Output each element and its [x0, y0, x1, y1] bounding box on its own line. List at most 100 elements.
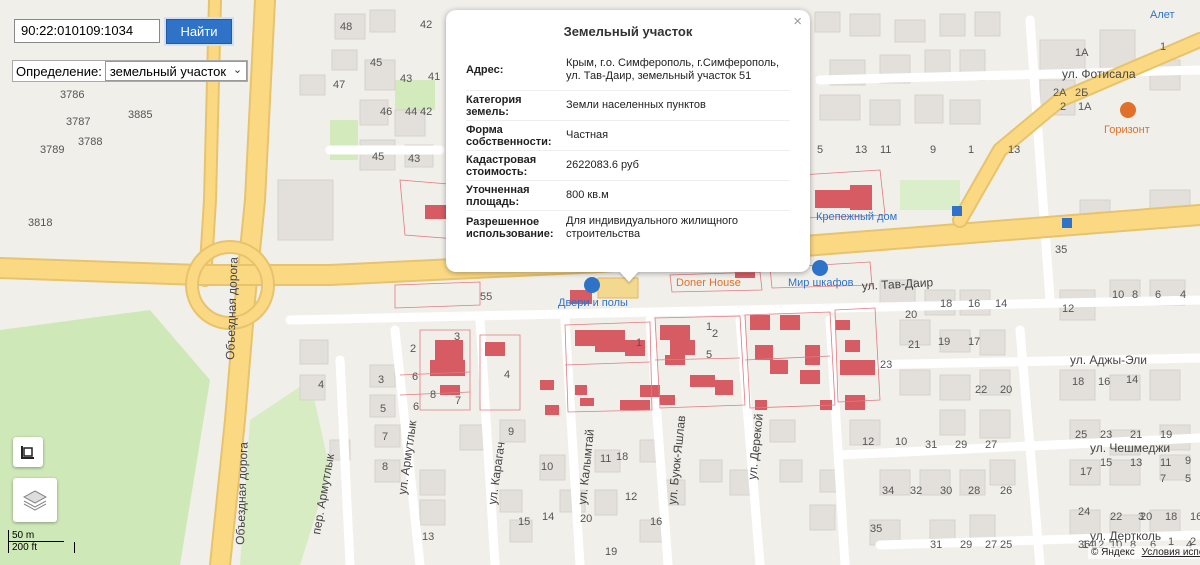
poi-gorizont: Горизонт	[1104, 124, 1150, 136]
find-button[interactable]: Найти	[166, 19, 232, 44]
house-number: 32	[910, 485, 922, 497]
popup-row-key: Кадастровая стоимость:	[466, 153, 537, 178]
house-number: 3786	[60, 89, 84, 101]
scale-bar: 50 m 200 ft	[8, 530, 75, 553]
house-number: 18	[940, 298, 952, 310]
house-number: 10	[1112, 289, 1124, 301]
house-number: 6	[413, 401, 419, 413]
house-number: 11	[1160, 457, 1171, 469]
house-number: 41	[428, 71, 440, 83]
house-number: 22	[975, 384, 987, 396]
popup-row-value: 800 кв.м	[566, 189, 609, 201]
house-number: 4	[318, 379, 324, 391]
terms-link[interactable]: Условия испо	[1142, 547, 1200, 558]
house-number: 29	[960, 539, 972, 551]
house-number: 7	[1160, 473, 1166, 485]
definition-selected: земельный участок	[109, 63, 227, 79]
house-number: 17	[968, 336, 980, 348]
house-number: 3788	[78, 136, 102, 148]
house-number: 16	[650, 516, 662, 528]
definition-dropdown[interactable]: земельный участок ⌄	[104, 61, 248, 81]
popup-row: Разрешенное использование: Для индивидуал…	[466, 211, 790, 245]
poi-gorizont-icon	[1120, 102, 1136, 118]
house-number: 8	[1132, 289, 1138, 301]
house-number: 30	[940, 485, 952, 497]
house-number: 12	[1062, 303, 1074, 315]
popup-row-key: Разрешенное использование:	[466, 216, 554, 240]
house-number: 27	[985, 439, 997, 451]
house-number: 10	[895, 436, 907, 448]
house-number: 3787	[66, 116, 90, 128]
popup-row-value: Для индивидуального жилищного строительс…	[566, 215, 739, 240]
house-number: 1А	[1075, 47, 1089, 59]
popup-row-value: Земли населенных пунктов	[566, 99, 706, 111]
house-number: 2Б	[1075, 87, 1088, 99]
popup-row-value: Крым, г.о. Симферополь, г.Симферополь, у…	[566, 56, 780, 82]
house-number: 20	[580, 513, 592, 525]
house-number: 21	[908, 339, 920, 351]
popup-pointer	[619, 271, 639, 282]
house-number: 55	[480, 291, 492, 303]
house-number: 6	[412, 371, 418, 383]
house-number: 13	[1008, 144, 1020, 156]
house-number: 23	[1100, 429, 1112, 441]
poi-dveri: Двери и полы	[558, 297, 628, 309]
house-number: 14	[995, 298, 1007, 310]
house-number: 9	[1185, 455, 1191, 467]
house-number: 6	[1155, 289, 1161, 301]
house-number: 19	[938, 336, 950, 348]
house-number: 8	[430, 389, 436, 401]
house-number: 3	[454, 331, 460, 343]
cadastral-search-input[interactable]: 90:22:010109:1034	[14, 19, 160, 43]
house-number: 44	[405, 106, 417, 118]
house-number: 19	[1160, 429, 1172, 441]
close-icon[interactable]: ×	[793, 13, 802, 30]
popup-row-key: Уточненная площадь:	[466, 183, 530, 208]
house-number: 1	[636, 337, 642, 349]
house-number: 15	[1100, 457, 1112, 469]
road-label-fotisala: ул. Фотисала	[1062, 67, 1136, 81]
house-number: 20	[905, 309, 917, 321]
house-number: 19	[605, 546, 617, 558]
house-number: 16	[968, 298, 980, 310]
house-number: 8	[382, 461, 388, 473]
copyright: © Яндекс Условия испо	[1088, 546, 1200, 559]
popup-row: Кадастровая стоимость: 2622083.6 руб	[466, 151, 790, 181]
ruler-button[interactable]	[13, 437, 43, 467]
definition-selector: Определение: земельный участок ⌄	[12, 60, 249, 82]
layers-icon	[22, 490, 48, 511]
house-number: 42	[420, 19, 432, 31]
house-number: 20	[1000, 384, 1012, 396]
popup-title: Земельный участок	[563, 24, 693, 39]
poi-mir-shkafov-icon	[812, 260, 828, 276]
house-number: 25	[1075, 429, 1087, 441]
house-number: 25	[1000, 539, 1012, 551]
scale-imperial: 200 ft	[8, 542, 75, 553]
house-number: 13	[422, 531, 434, 543]
house-number: 45	[372, 151, 384, 163]
house-number: 5	[1185, 473, 1191, 485]
house-number: 3818	[28, 217, 52, 229]
layers-button[interactable]	[13, 478, 57, 522]
house-number: 1	[1160, 41, 1166, 53]
house-number: 28	[968, 485, 980, 497]
popup-row-key: Форма собственности:	[466, 123, 552, 148]
house-number: 35	[1055, 244, 1067, 256]
house-number: 29	[955, 439, 967, 451]
popup-row-key: Категория земель:	[466, 93, 522, 118]
house-number: 9	[508, 426, 514, 438]
parcel-info-popup: × Земельный участок Адрес: Крым, г.о. Сим…	[446, 10, 810, 272]
house-number: 4	[1180, 289, 1186, 301]
house-number: 3885	[128, 109, 152, 121]
popup-row: Категория земель: Земли населенных пункто…	[466, 91, 790, 121]
house-number: 16	[1098, 376, 1110, 388]
definition-label: Определение:	[16, 63, 102, 79]
house-number: 5	[706, 349, 712, 361]
house-number: 43	[400, 73, 412, 85]
house-number: 23	[880, 359, 892, 371]
house-number: 34	[882, 485, 894, 497]
house-number: 10	[541, 461, 553, 473]
house-number: 2	[712, 328, 718, 340]
poi-doner: Doner House	[676, 277, 741, 289]
house-number: 2	[410, 343, 416, 355]
